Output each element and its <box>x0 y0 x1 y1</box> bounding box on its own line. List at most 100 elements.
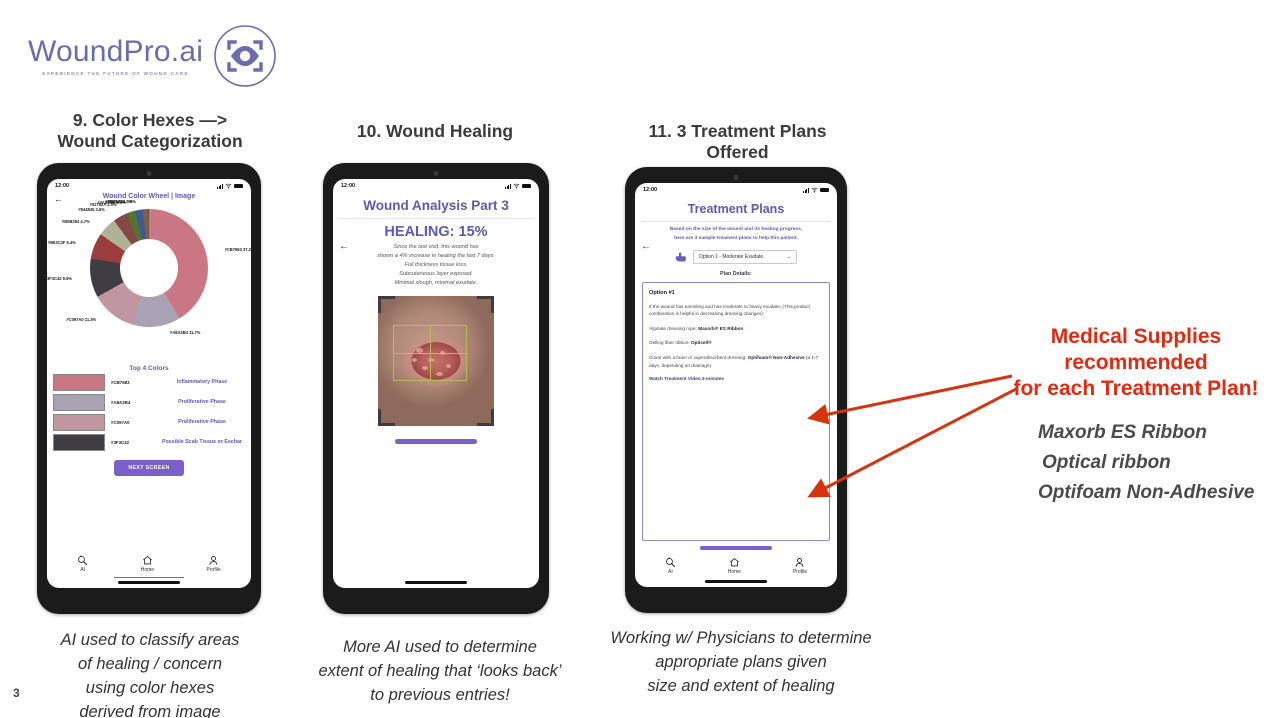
status-icons <box>803 187 829 193</box>
nav-item-home[interactable]: Home <box>728 557 741 575</box>
phone2-screen: 12:00 Wound Analysis Part 3 ← HEALING: 1… <box>333 179 539 588</box>
donut-slice-label: #C097A0 11.3% <box>66 316 97 322</box>
brand-name: WoundPro.ai <box>28 34 204 68</box>
eye-scanner-logo-icon <box>214 25 276 87</box>
nav-label-home: Home <box>727 569 742 576</box>
supply-item: Optifoam Non-Adhesive <box>1038 482 1255 504</box>
section-title-wound-healing: 10. Wound Healing <box>356 121 514 141</box>
top4-color-row: #A8A2B4 Proliferative Phase <box>47 392 251 412</box>
color-hex-label: #C097A0 <box>111 419 130 425</box>
pointing-hand-icon <box>675 252 686 262</box>
donut-slice-label: #A8A2B4 11.7% <box>169 330 201 336</box>
continue-bar-button[interactable] <box>700 546 772 551</box>
frame-corner-bottom-left-icon <box>378 409 395 427</box>
caption-wound-healing: More AI used to determine extent of heal… <box>318 638 562 705</box>
cover-prefix: Cover with a foam or superabsorbent dres… <box>649 355 748 361</box>
phone2-status-bar: 12:00 <box>333 179 539 191</box>
top4-colors-heading: Top 4 Colors <box>129 365 169 372</box>
annotation-supply-list: Maxorb ES Ribbon Optical ribbon Optifoam N… <box>1020 418 1270 508</box>
nav-item-profile[interactable]: Profile <box>207 555 221 573</box>
alginate-prefix: Alginate dressing rope: <box>649 325 699 331</box>
next-screen-button[interactable]: NEXT SCREEN <box>114 460 184 476</box>
phone1-status-bar: 12:00 <box>47 179 251 191</box>
plan-line-cover: Cover with a foam or superabsorbent dres… <box>649 354 823 369</box>
watch-video-link[interactable]: Watch Treatment Video 3-minutes <box>649 376 823 381</box>
donut-slice-label: #B0B294 4.7% <box>61 218 90 224</box>
measurement-rectangle <box>393 325 467 382</box>
phone3-title: Treatment Plans <box>687 202 785 216</box>
frame-corner-top-right-icon <box>477 296 494 314</box>
color-swatch <box>53 393 105 411</box>
home-icon <box>143 555 152 565</box>
wound-photo-container[interactable] <box>378 296 494 427</box>
home-indicator-bar <box>705 580 767 583</box>
battery-icon <box>234 183 243 189</box>
battery-icon <box>522 183 531 189</box>
supply-item: Optical ribbon <box>1042 452 1171 474</box>
plan-body-text: If the wound has tunneling and has moder… <box>649 303 810 317</box>
frame-corner-bottom-right-icon <box>477 409 494 427</box>
healing-percentage-headline: HEALING: 15% <box>384 224 488 240</box>
top4-color-row: #C097A0 Proliferative Phase <box>47 412 251 432</box>
ai-search-icon <box>78 555 88 565</box>
brand-text: WoundPro.ai EXPERIENCE THE FUTURE OF WOU… <box>28 34 204 76</box>
top4-color-row: #CB7683 Inflammatory Phase <box>47 372 251 392</box>
plan-line-gelling: Gelling fiber ribbon: Opticell® <box>649 339 823 347</box>
nav-item-home[interactable]: Home <box>141 555 154 573</box>
crosshair-horizontal <box>393 353 467 355</box>
gelling-product: Opticell® <box>690 340 712 346</box>
healing-phase-label: Proliferative Phase <box>178 418 226 425</box>
phone-mockup-treatment-plans: 12:00 Treatment Plans ← Based on the siz… <box>625 167 847 613</box>
plan-option-selected-value: Option 1 - Moderate Exudate <box>699 253 764 260</box>
color-swatch <box>53 433 105 451</box>
donut-chart <box>90 209 208 327</box>
wifi-icon <box>513 183 520 189</box>
phone3-bottom-nav: AI Home Profile <box>635 553 837 577</box>
brand-tagline: EXPERIENCE THE FUTURE OF WOUND CARE <box>42 70 189 76</box>
nav-item-ai[interactable]: AI <box>77 555 88 573</box>
person-icon <box>209 555 218 565</box>
caption-color-hexes: AI used to classify areas of healing / c… <box>60 631 240 718</box>
healing-subtext: Since the last visit, this wound has sho… <box>377 244 495 287</box>
section-title-color-hexes: 9. Color Hexes —> Wound Categorization <box>57 110 243 151</box>
plan-option-select[interactable]: Option 1 - Moderate Exudate ⌄ <box>693 249 797 264</box>
nav-item-ai[interactable]: AI <box>665 557 676 575</box>
battery-icon <box>820 187 829 193</box>
phone1-app-title: Wound Color Wheel | Image <box>102 193 196 200</box>
plan-line-alginate: Alginate dressing rope: Maxorb® ES Ribbo… <box>649 325 823 333</box>
wifi-icon <box>811 187 818 193</box>
camera-dot-icon <box>433 171 439 176</box>
nav-item-profile[interactable]: Profile <box>793 557 807 575</box>
status-time: 12:00 <box>55 183 70 189</box>
status-icons <box>217 183 243 189</box>
color-hex-label: #CB7683 <box>111 379 130 385</box>
back-arrow-icon[interactable]: ← <box>339 241 349 252</box>
continue-bar-button[interactable] <box>395 439 477 445</box>
donut-slice-label: #CB7683 37.2% <box>224 247 251 253</box>
phone1-bottom-nav: AI Home Profile <box>47 551 251 575</box>
plan-selector-row: Option 1 - Moderate Exudate ⌄ <box>635 249 837 264</box>
chevron-down-icon: ⌄ <box>786 253 791 260</box>
phone3-screen: 12:00 Treatment Plans ← Based on the siz… <box>635 183 837 587</box>
donut-slice-label: #6A5A55 0.5% <box>108 199 136 205</box>
top4-color-row: #3F3C42 Possible Scab Tissue or Eschar <box>47 432 251 452</box>
plan-heading: Option #1 <box>649 289 675 296</box>
phone-mockup-wound-analysis: 12:00 Wound Analysis Part 3 ← HEALING: 1… <box>323 163 549 614</box>
home-indicator-bar <box>405 581 467 584</box>
treatment-plans-description: Based on the size of the wound and its h… <box>669 227 803 242</box>
top4-colors-list: #CB7683 Inflammatory Phase #A8A2B4 Prolifer… <box>47 372 251 452</box>
signal-icon <box>803 187 809 193</box>
healing-phase-label: Possible Scab Tissue or Eschar <box>162 438 242 445</box>
signal-icon <box>217 183 223 189</box>
phone2-title: Wound Analysis Part 3 <box>363 198 509 213</box>
annotation-headline: Medical Supplies recommended for each Tr… <box>1013 325 1259 401</box>
back-arrow-icon[interactable]: ← <box>641 241 651 252</box>
nav-label-ai: AI <box>80 566 86 573</box>
nav-label-ai: AI <box>668 569 673 576</box>
status-time: 12:00 <box>341 183 356 189</box>
ai-search-icon <box>666 558 676 568</box>
camera-dot-icon <box>733 175 739 180</box>
color-wheel-chart: #CB7683 37.2% #A8A2B4 11.7% #C097A0 11.3% #… <box>47 199 251 363</box>
color-swatch <box>53 373 105 391</box>
signal-icon <box>505 183 511 189</box>
